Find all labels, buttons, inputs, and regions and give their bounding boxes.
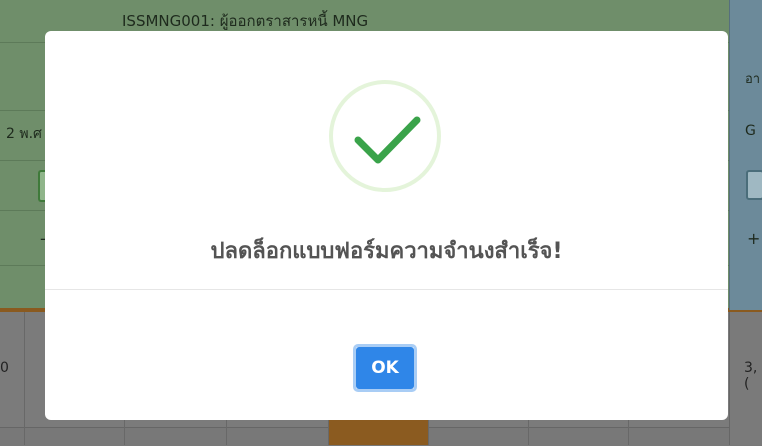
background-date-cell: 2 พ.ศ — [6, 126, 42, 142]
background-right-column — [729, 0, 762, 310]
background-column-header: อา — [745, 72, 761, 87]
check-mark-icon — [335, 86, 435, 186]
ok-button-focus-ring[interactable]: OK — [353, 344, 417, 392]
background-table-cell: 0 — [0, 360, 9, 376]
background-column-divider — [24, 312, 25, 445]
dialog-divider — [45, 289, 728, 290]
ok-button[interactable]: OK — [356, 347, 414, 389]
background-highlight-cell — [328, 420, 428, 445]
background-table-cell: 3,( — [744, 360, 758, 392]
success-check-icon — [329, 80, 441, 192]
dialog-message: ปลดล็อกแบบฟอร์มความจำนงสำเร็จ! — [210, 239, 563, 264]
background-checkbox — [746, 170, 762, 200]
success-dialog: ปลดล็อกแบบฟอร์มความจำนงสำเร็จ! OK — [45, 31, 728, 420]
background-page-title: ISSMNG001: ผู้ออกตราสารหนี้ MNG — [122, 12, 369, 30]
background-column-header: G — [745, 123, 756, 139]
background-add-icon: + — [747, 229, 761, 248]
